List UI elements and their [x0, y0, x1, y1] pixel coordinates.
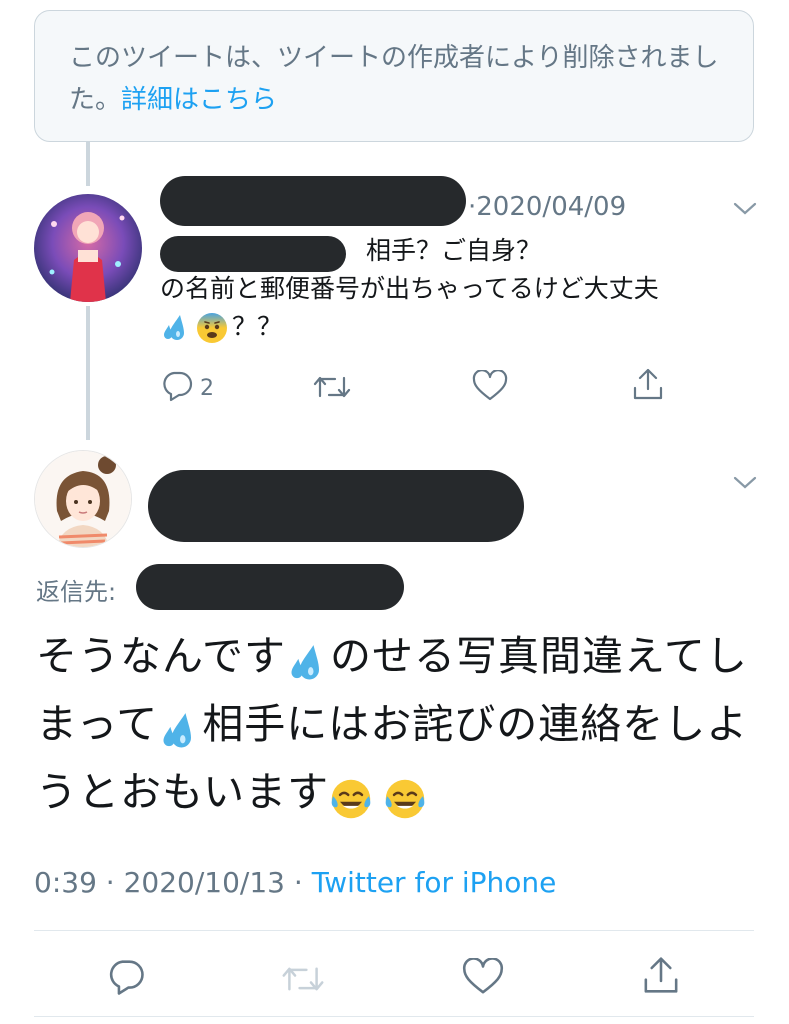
details-link[interactable]: 詳細はこちら — [121, 85, 277, 115]
chevron-down-icon[interactable] — [732, 200, 758, 222]
reply-icon — [160, 370, 194, 406]
tweet1-line3-tail: ？？ — [232, 312, 283, 341]
divider — [34, 1016, 754, 1017]
main-text-part1: そうなんです — [36, 632, 286, 680]
sweat-droplets-emoji — [286, 637, 330, 681]
tweet1-line2: の名前と郵便番号が出ちゃってるけど大丈夫 — [160, 274, 659, 303]
sweat-droplets-emoji — [158, 705, 202, 749]
tweet-metadata: 0:39 · 2020/10/13 · Twitter for iPhone — [34, 866, 556, 899]
reply-to-label: 返信先: — [36, 578, 117, 606]
share-icon — [640, 957, 682, 1000]
retweet-button[interactable] — [312, 372, 352, 406]
retweet-icon — [280, 967, 326, 1000]
reply-button[interactable] — [106, 958, 146, 1000]
avatar-user2[interactable] — [34, 450, 132, 548]
avatar-user1[interactable] — [34, 194, 142, 302]
share-icon — [630, 368, 666, 406]
like-button[interactable] — [472, 369, 508, 406]
sweat-droplets-emoji — [160, 312, 192, 344]
reply-icon — [106, 960, 146, 1000]
like-button[interactable] — [462, 957, 504, 1000]
meta-separator: · — [105, 866, 115, 899]
tweet1-text: 相手？ご自身？ の名前と郵便番号が出ちゃってるけど大丈夫 ？？ — [160, 232, 760, 346]
reply-button[interactable]: 2 — [160, 370, 214, 406]
tears-of-joy-emoji — [329, 773, 373, 819]
meta-separator: · — [293, 866, 303, 899]
thread-line-bottom — [86, 306, 90, 440]
redacted-username — [160, 176, 466, 226]
retweet-icon — [312, 376, 352, 406]
tweet1-date: ·2020/04/09 — [468, 192, 626, 222]
divider — [34, 930, 754, 931]
thread-line-top — [86, 142, 90, 186]
main-tweet-text: そうなんです のせる写真間違えてしまって 相手にはお詫びの連絡をしようとおもいま… — [36, 622, 756, 826]
redacted-display-name — [148, 470, 524, 542]
chevron-down-icon[interactable] — [732, 474, 758, 496]
tweet1-date-text: 2020/04/09 — [476, 192, 627, 222]
redacted-reply-target[interactable] — [136, 564, 404, 610]
reply-count: 2 — [200, 375, 214, 401]
tweet-time: 0:39 — [34, 866, 97, 899]
retweet-button[interactable] — [280, 962, 326, 1000]
deleted-tweet-notice: このツイートは、ツイートの作成者により削除されました。詳細はこちら — [34, 10, 754, 142]
share-button[interactable] — [630, 366, 666, 406]
tears-of-joy-emoji — [383, 773, 427, 819]
tweet1-line1: 相手？ご自身？ — [366, 236, 542, 265]
share-button[interactable] — [640, 954, 682, 1000]
fearful-face-emoji — [196, 312, 228, 344]
like-icon — [472, 369, 508, 406]
tweet1-line3: ？？ — [160, 308, 760, 346]
like-icon — [462, 957, 504, 1000]
tweet-date: 2020/10/13 — [123, 866, 285, 899]
tweet-source-link[interactable]: Twitter for iPhone — [312, 866, 557, 899]
